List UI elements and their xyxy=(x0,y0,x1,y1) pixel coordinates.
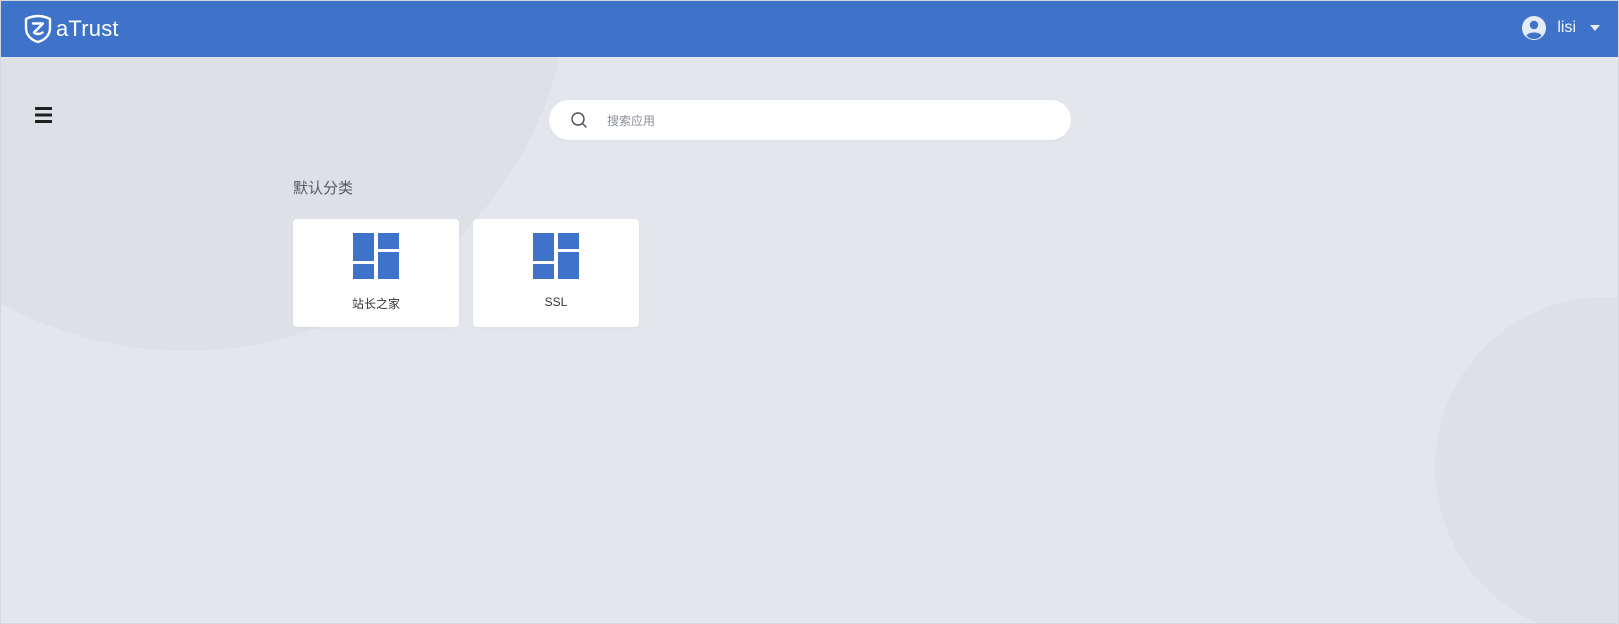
hamburger-menu-icon[interactable] xyxy=(34,105,54,125)
app-grid-icon xyxy=(353,233,399,279)
atrust-logo-icon xyxy=(24,14,52,44)
app-label: SSL xyxy=(544,295,568,309)
app-grid-icon xyxy=(533,233,579,279)
search-input[interactable] xyxy=(605,100,1049,142)
top-header: aTrust lisi xyxy=(1,1,1618,57)
user-name: lisi xyxy=(1557,19,1576,36)
app-list: 站长之家 SSL xyxy=(293,219,653,327)
logo-text: aTrust xyxy=(56,16,119,41)
user-menu[interactable]: lisi xyxy=(1521,15,1600,41)
logo[interactable]: aTrust xyxy=(23,14,119,44)
app-window: aTrust lisi 默认分类 xyxy=(0,0,1619,624)
search-box xyxy=(549,100,1071,142)
app-card-zhanzhang[interactable]: 站长之家 xyxy=(293,219,459,327)
chevron-down-icon xyxy=(1590,25,1600,31)
user-avatar-icon xyxy=(1522,16,1547,40)
app-card-ssl[interactable]: SSL xyxy=(473,219,639,327)
background-decoration xyxy=(1435,297,1618,623)
search-icon[interactable] xyxy=(570,111,588,129)
app-label: 站长之家 xyxy=(351,297,400,311)
category-title: 默认分类 xyxy=(293,180,354,197)
